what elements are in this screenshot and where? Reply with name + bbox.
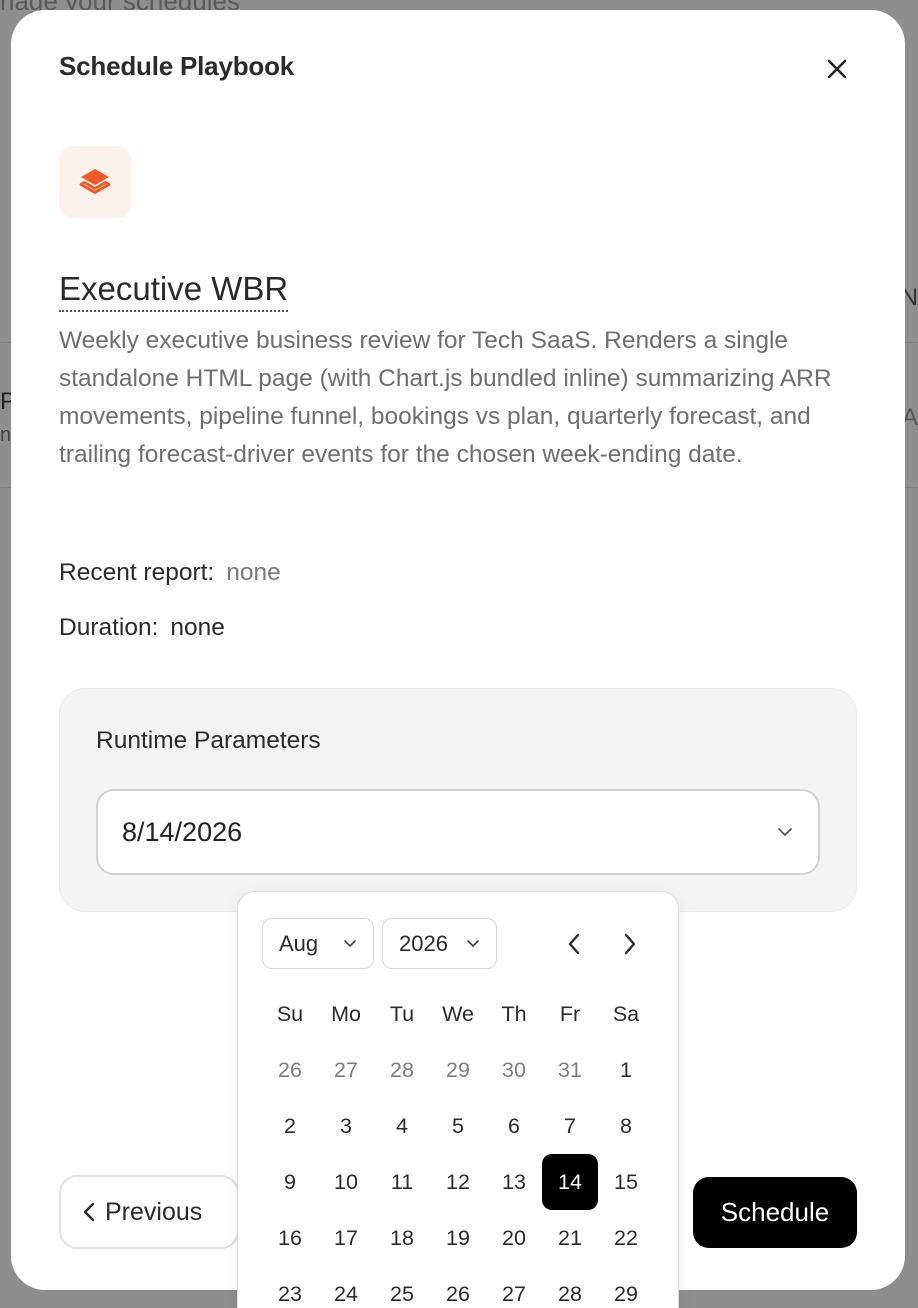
runtime-parameters-panel: Runtime Parameters 8/14/2026 bbox=[59, 688, 857, 912]
calendar-day[interactable]: 19 bbox=[430, 1210, 486, 1266]
calendar-week-row: 23 24 25 26 27 28 29 bbox=[262, 1266, 654, 1308]
calendar-day[interactable]: 1 bbox=[598, 1042, 654, 1098]
calendar-day[interactable]: 4 bbox=[374, 1098, 430, 1154]
weekday-label: We bbox=[442, 1001, 474, 1026]
calendar-day[interactable]: 22 bbox=[598, 1210, 654, 1266]
close-icon bbox=[827, 59, 847, 79]
calendar-day[interactable]: 17 bbox=[318, 1210, 374, 1266]
calendar-day[interactable]: 29 bbox=[430, 1042, 486, 1098]
duration-value: none bbox=[170, 614, 225, 641]
weekday-label: Sa bbox=[612, 1001, 640, 1026]
calendar-day[interactable]: 24 bbox=[318, 1266, 374, 1308]
dialog-title: Schedule Playbook bbox=[59, 51, 295, 81]
calendar-day[interactable]: 26 bbox=[262, 1042, 318, 1098]
calendar-day[interactable]: 27 bbox=[318, 1042, 374, 1098]
date-value: 8/14/2026 bbox=[122, 816, 243, 847]
calendar-week-row: 2345678 bbox=[262, 1098, 654, 1154]
calendar-grid: Su Mo Tu We Th Fr Sa 26 27 28 29 30 31 1 2 3 4 5 6 7 8 9 10 11… bbox=[262, 986, 654, 1308]
calendar-day[interactable]: 28 bbox=[542, 1266, 598, 1308]
recent-report-row: Recent report: none bbox=[59, 559, 281, 587]
chevron-right-icon bbox=[624, 933, 636, 955]
chevron-down-icon bbox=[344, 939, 356, 947]
calendar-day[interactable]: 21 bbox=[542, 1210, 598, 1266]
layers-icon bbox=[79, 169, 111, 194]
calendar-day[interactable]: 25 bbox=[374, 1266, 430, 1308]
previous-button-label: Previous bbox=[105, 1197, 203, 1226]
calendar-day[interactable]: 20 bbox=[486, 1210, 542, 1266]
calendar-day[interactable]: 2 bbox=[262, 1098, 318, 1154]
playbook-description: Weekly executive business review for Tec… bbox=[59, 327, 832, 468]
chevron-left-icon bbox=[568, 933, 580, 955]
calendar-day[interactable]: 27 bbox=[486, 1266, 542, 1308]
calendar-week-row: 9 10 11 12 13 14 15 bbox=[262, 1154, 654, 1210]
year-select[interactable]: 2026 bbox=[382, 918, 497, 969]
playbook-icon-tile bbox=[59, 146, 131, 218]
duration-label: Duration: bbox=[59, 614, 159, 641]
calendar-day[interactable]: 15 bbox=[598, 1154, 654, 1210]
weekday-label: Th bbox=[501, 1001, 527, 1026]
chevron-down-icon bbox=[778, 828, 792, 836]
duration-row: Duration: none bbox=[59, 614, 225, 642]
calendar-day[interactable]: 26 bbox=[430, 1266, 486, 1308]
chevron-left-icon bbox=[83, 1202, 95, 1222]
calendar-day-selected[interactable]: 14 bbox=[542, 1154, 598, 1210]
calendar-day[interactable]: 18 bbox=[374, 1210, 430, 1266]
close-button[interactable] bbox=[820, 52, 854, 86]
calendar-day[interactable]: 6 bbox=[486, 1098, 542, 1154]
weekday-label: Fr bbox=[559, 1001, 581, 1026]
calendar-day[interactable]: 8 bbox=[598, 1098, 654, 1154]
calendar-day[interactable]: 29 bbox=[598, 1266, 654, 1308]
calendar-day[interactable]: 5 bbox=[430, 1098, 486, 1154]
month-select[interactable]: Aug bbox=[262, 918, 374, 969]
calendar-day[interactable]: 28 bbox=[374, 1042, 430, 1098]
calendar-day[interactable]: 31 bbox=[542, 1042, 598, 1098]
date-picker-calendar: Aug 2026 Su Mo Tu We Th Fr Sa 26 27 28 29 30 31 1 2 3 4… bbox=[237, 891, 679, 1308]
chevron-down-icon bbox=[467, 939, 479, 947]
calendar-day[interactable]: 3 bbox=[318, 1098, 374, 1154]
weekday-label: Su bbox=[276, 1001, 304, 1026]
weekday-label: Tu bbox=[389, 1001, 415, 1026]
calendar-day[interactable]: 23 bbox=[262, 1266, 318, 1308]
month-select-value: Aug bbox=[279, 930, 319, 956]
next-month-button[interactable] bbox=[610, 924, 650, 964]
weekday-label: Mo bbox=[331, 1001, 361, 1026]
recent-report-label: Recent report: bbox=[59, 559, 215, 586]
calendar-day[interactable]: 13 bbox=[486, 1154, 542, 1210]
calendar-week-row: 26 27 28 29 30 31 1 bbox=[262, 1042, 654, 1098]
calendar-day[interactable]: 12 bbox=[430, 1154, 486, 1210]
previous-month-button[interactable] bbox=[554, 924, 594, 964]
weekday-header-row: Su Mo Tu We Th Fr Sa bbox=[262, 986, 654, 1042]
calendar-day[interactable]: 7 bbox=[542, 1098, 598, 1154]
date-picker-field[interactable]: 8/14/2026 bbox=[96, 789, 820, 875]
calendar-day[interactable]: 9 bbox=[262, 1154, 318, 1210]
background-text-fragment: n bbox=[0, 424, 12, 446]
schedule-button[interactable]: Schedule bbox=[693, 1177, 857, 1248]
calendar-week-row: 16 17 18 19 20 21 22 bbox=[262, 1210, 654, 1266]
calendar-day[interactable]: 30 bbox=[486, 1042, 542, 1098]
recent-report-value: none bbox=[226, 559, 281, 586]
calendar-day[interactable]: 10 bbox=[318, 1154, 374, 1210]
calendar-day[interactable]: 11 bbox=[374, 1154, 430, 1210]
year-select-value: 2026 bbox=[399, 930, 448, 956]
calendar-day[interactable]: 16 bbox=[262, 1210, 318, 1266]
playbook-name[interactable]: Executive WBR bbox=[59, 270, 289, 312]
previous-button[interactable]: Previous bbox=[59, 1175, 239, 1249]
runtime-parameters-title: Runtime Parameters bbox=[96, 727, 321, 754]
